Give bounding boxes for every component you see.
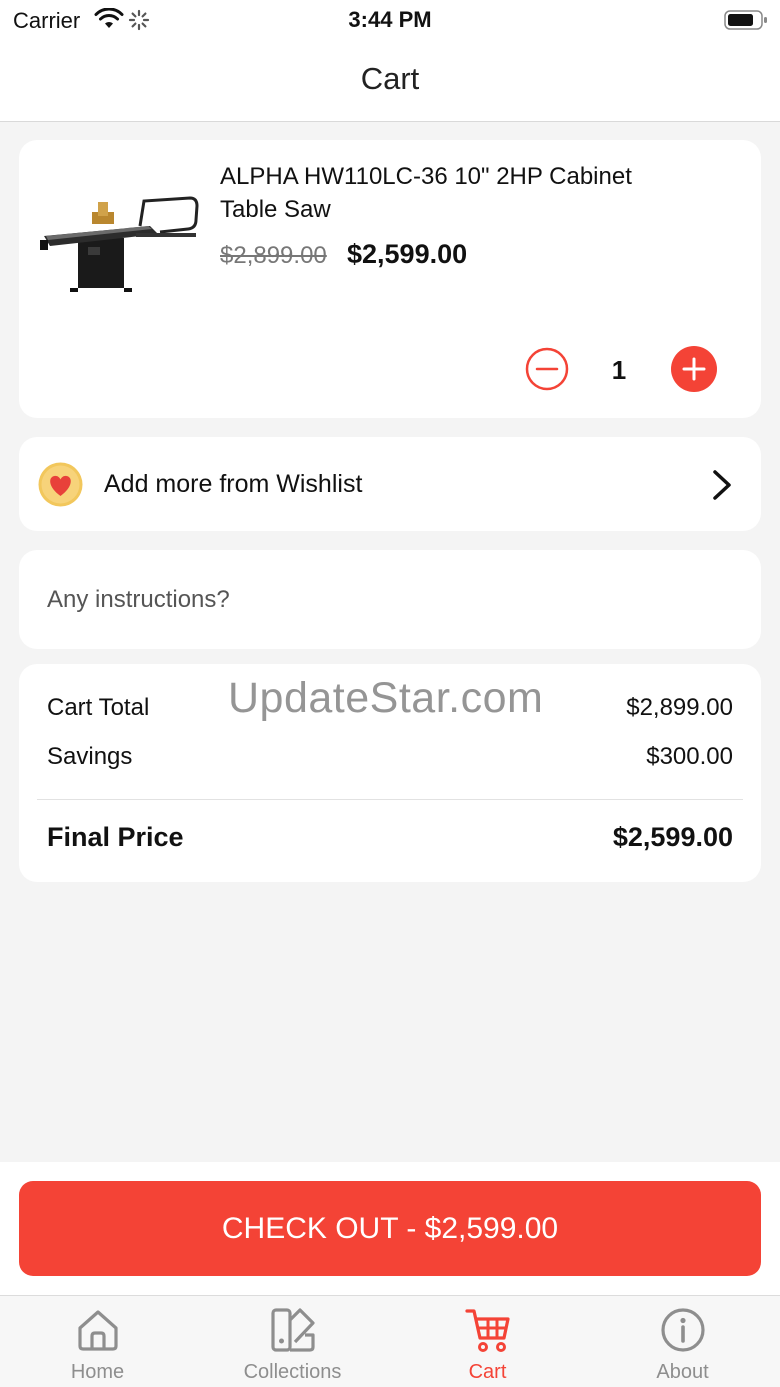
status-bar: Carrier 3:44 PM bbox=[0, 0, 780, 42]
sale-price: $2,599.00 bbox=[347, 239, 468, 269]
info-icon bbox=[661, 1308, 705, 1352]
wishlist-row[interactable]: Add more from Wishlist bbox=[19, 437, 761, 531]
chevron-right-icon bbox=[713, 470, 731, 500]
tab-about-label: About bbox=[656, 1361, 709, 1383]
tab-home-label: Home bbox=[70, 1361, 125, 1383]
savings-label: Savings bbox=[47, 743, 133, 770]
tab-collections[interactable]: Collections bbox=[195, 1296, 390, 1387]
decrease-quantity-button[interactable] bbox=[525, 347, 569, 391]
instructions-card bbox=[19, 550, 761, 649]
product-title[interactable]: ALPHA HW110LC-36 10" 2HP Cabinet Table S… bbox=[220, 160, 640, 226]
cart-total-value: $2,899.00 bbox=[626, 694, 733, 721]
navigation-bar: Cart bbox=[0, 42, 780, 122]
instructions-input[interactable] bbox=[47, 584, 727, 616]
increase-quantity-button[interactable] bbox=[671, 346, 717, 392]
tab-about[interactable]: About bbox=[585, 1296, 780, 1387]
original-price: $2,899.00 bbox=[220, 242, 327, 269]
summary-divider bbox=[37, 799, 743, 800]
collections-icon bbox=[271, 1308, 315, 1352]
heart-icon bbox=[38, 462, 83, 507]
cart-item-card: ALPHA HW110LC-36 10" 2HP Cabinet Table S… bbox=[19, 140, 761, 418]
final-price-row: Final Price $2,599.00 bbox=[47, 822, 733, 853]
tab-cart[interactable]: Cart bbox=[390, 1296, 585, 1387]
cart-icon bbox=[465, 1309, 510, 1352]
tab-bar: Home Collections Cart About bbox=[0, 1295, 780, 1387]
clock: 3:44 PM bbox=[348, 7, 432, 32]
watermark: UpdateStar.com bbox=[228, 674, 544, 722]
tab-collections-label: Collections bbox=[243, 1361, 342, 1383]
savings-value: $300.00 bbox=[646, 743, 733, 770]
battery-icon bbox=[724, 10, 767, 30]
wishlist-label: Add more from Wishlist bbox=[104, 470, 363, 498]
final-price-value: $2,599.00 bbox=[612, 822, 733, 852]
tab-cart-label: Cart bbox=[468, 1361, 507, 1383]
checkout-button[interactable]: CHECK OUT - $2,599.00 bbox=[19, 1181, 761, 1276]
tab-home[interactable]: Home bbox=[0, 1296, 195, 1387]
checkout-bar: CHECK OUT - $2,599.00 bbox=[0, 1162, 780, 1295]
savings-row: Savings $300.00 bbox=[47, 743, 733, 771]
final-price-label: Final Price bbox=[47, 822, 184, 852]
page-title: Cart bbox=[360, 61, 420, 96]
home-icon bbox=[78, 1310, 118, 1351]
product-image bbox=[40, 196, 199, 292]
quantity-value: 1 bbox=[611, 355, 627, 385]
cart-total-label: Cart Total bbox=[47, 694, 150, 721]
